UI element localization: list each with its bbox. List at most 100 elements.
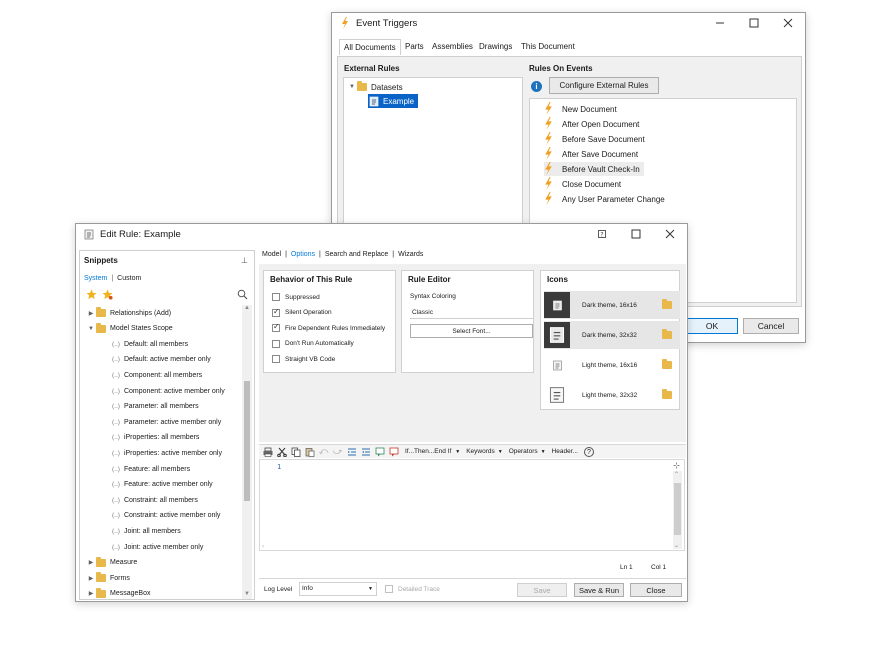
close-dialog-button[interactable]: Close bbox=[630, 583, 682, 597]
maximize-button[interactable] bbox=[619, 224, 653, 244]
maximize-button[interactable] bbox=[737, 13, 771, 33]
star-add-icon[interactable] bbox=[102, 289, 114, 301]
event-item[interactable]: Before Save Document bbox=[544, 132, 645, 146]
behavior-option[interactable]: Fire Dependent Rules Immediately bbox=[272, 322, 385, 334]
comment-icon[interactable] bbox=[374, 446, 385, 457]
syntax-coloring-select[interactable]: Classic bbox=[410, 306, 533, 319]
tree-item-datasets[interactable]: ▼ Datasets bbox=[347, 80, 403, 94]
expand-arrow-icon[interactable]: ▶ bbox=[86, 575, 96, 582]
checkbox[interactable] bbox=[272, 339, 280, 348]
tab-custom[interactable]: Custom bbox=[117, 275, 141, 282]
snippet-folder[interactable]: ▶ Relationships (Add) bbox=[86, 306, 171, 320]
checkbox[interactable] bbox=[272, 355, 280, 363]
snippet-item[interactable]: (..) Default: all members bbox=[112, 337, 188, 351]
browse-folder-icon[interactable] bbox=[662, 389, 672, 399]
configure-external-rules-button[interactable]: Configure External Rules bbox=[549, 77, 659, 94]
snippet-folder[interactable]: ▼ Model States Scope bbox=[86, 322, 173, 336]
log-level-select[interactable]: Info ▼ bbox=[299, 582, 377, 596]
snippet-folder[interactable]: ▶ Measure bbox=[86, 556, 137, 570]
undo-icon[interactable]: ⤺ bbox=[318, 446, 329, 457]
cut-icon[interactable] bbox=[276, 446, 287, 457]
event-item[interactable]: Close Document bbox=[544, 177, 621, 191]
snippet-item[interactable]: (..) iProperties: all members bbox=[112, 431, 199, 445]
snippet-folder[interactable]: ▶ MessageBox bbox=[86, 587, 150, 599]
detailed-trace-checkbox[interactable]: Detailed Trace bbox=[385, 585, 440, 593]
tab-parts[interactable]: Parts bbox=[401, 39, 428, 55]
scrollbar-thumb[interactable] bbox=[244, 381, 250, 501]
browse-folder-icon[interactable] bbox=[662, 359, 672, 369]
behavior-option[interactable]: Don't Run Automatically bbox=[272, 338, 354, 350]
minimize-button[interactable] bbox=[703, 13, 737, 33]
tab-this-document[interactable]: This Document bbox=[517, 39, 579, 55]
scroll-up-icon[interactable]: ▲ bbox=[244, 305, 250, 311]
collapse-arrow-icon[interactable]: ▼ bbox=[86, 326, 96, 332]
indent-icon[interactable] bbox=[346, 446, 357, 457]
tab-all-documents[interactable]: All Documents bbox=[339, 39, 401, 55]
scroll-down-icon[interactable]: ⌄ bbox=[674, 542, 679, 549]
checkbox[interactable] bbox=[272, 322, 280, 332]
event-item[interactable]: After Save Document bbox=[544, 147, 638, 161]
snippet-item[interactable]: (..) Component: all members bbox=[112, 368, 202, 382]
snippet-item[interactable]: (..) Component: active member only bbox=[112, 384, 225, 398]
expand-arrow-icon[interactable]: ▶ bbox=[86, 310, 96, 317]
save-button[interactable]: Save bbox=[517, 583, 567, 597]
checkbox[interactable] bbox=[385, 585, 393, 593]
snippet-item[interactable]: (..) Joint: active member only bbox=[112, 540, 203, 554]
scrollbar-thumb[interactable] bbox=[674, 483, 681, 535]
close-button[interactable] bbox=[771, 13, 805, 33]
snippet-item[interactable]: (..) Feature: active member only bbox=[112, 478, 213, 492]
scroll-up-icon[interactable]: ⌃ bbox=[674, 471, 679, 478]
expand-arrow-icon[interactable]: ▼ bbox=[347, 84, 357, 90]
redo-icon[interactable]: ⤻ bbox=[332, 446, 343, 457]
snippet-item[interactable]: (..) Constraint: all members bbox=[112, 493, 198, 507]
if-then-menu[interactable]: If...Then...End If bbox=[405, 448, 451, 455]
event-item[interactable]: Before Vault Check-In bbox=[544, 162, 644, 176]
code-editor[interactable]: 1 ⊹ ⌃ ⌄ ‹ bbox=[259, 459, 685, 551]
checkbox[interactable] bbox=[272, 293, 280, 301]
snippet-item[interactable]: (..) Constraint: active member only bbox=[112, 509, 220, 523]
menu-model[interactable]: Model bbox=[262, 251, 281, 258]
copy-icon[interactable] bbox=[290, 446, 301, 457]
split-icon[interactable]: ⊹ bbox=[673, 461, 680, 470]
checkbox[interactable] bbox=[272, 307, 280, 317]
menu-options[interactable]: Options bbox=[291, 251, 315, 258]
save-run-button[interactable]: Save & Run bbox=[574, 583, 624, 597]
tree-item-example[interactable]: Example bbox=[368, 94, 419, 108]
snippet-item[interactable]: (..) iProperties: active member only bbox=[112, 446, 222, 460]
snippet-item[interactable]: (..) Joint: all members bbox=[112, 524, 181, 538]
event-item[interactable]: New Document bbox=[544, 102, 617, 116]
outdent-icon[interactable] bbox=[360, 446, 371, 457]
snippet-item[interactable]: (..) Parameter: all members bbox=[112, 400, 199, 414]
cancel-button[interactable]: Cancel bbox=[743, 318, 799, 334]
help-button[interactable]: ? bbox=[585, 224, 619, 244]
ok-button[interactable]: OK bbox=[686, 318, 738, 334]
browse-folder-icon[interactable] bbox=[662, 329, 672, 339]
scroll-down-icon[interactable]: ▼ bbox=[244, 591, 250, 597]
paste-icon[interactable] bbox=[304, 446, 315, 457]
event-item[interactable]: After Open Document bbox=[544, 117, 639, 131]
snippet-item[interactable]: (..) Default: active member only bbox=[112, 353, 211, 367]
close-button[interactable] bbox=[653, 224, 687, 244]
tab-assemblies[interactable]: Assemblies bbox=[428, 39, 477, 55]
event-item[interactable]: Any User Parameter Change bbox=[544, 192, 665, 206]
help-icon[interactable]: ? bbox=[583, 446, 594, 457]
browse-folder-icon[interactable] bbox=[662, 299, 672, 309]
search-icon[interactable] bbox=[237, 289, 248, 302]
star-icon[interactable] bbox=[86, 289, 98, 301]
menu-wizards[interactable]: Wizards bbox=[398, 251, 423, 258]
expand-arrow-icon[interactable]: ▶ bbox=[86, 559, 96, 566]
header-menu[interactable]: Header... bbox=[552, 448, 578, 455]
tab-system[interactable]: System bbox=[84, 275, 107, 282]
operators-menu[interactable]: Operators bbox=[509, 448, 538, 455]
behavior-option[interactable]: Silent Operation bbox=[272, 307, 332, 319]
print-icon[interactable] bbox=[262, 446, 273, 457]
scroll-left-icon[interactable]: ‹ bbox=[262, 544, 264, 550]
editor-vscrollbar[interactable]: ⌃ ⌄ bbox=[673, 471, 682, 549]
snippet-folder[interactable]: ▶ Forms bbox=[86, 571, 130, 585]
select-font-button[interactable]: Select Font... bbox=[410, 324, 533, 338]
behavior-option[interactable]: Straight VB Code bbox=[272, 353, 335, 365]
uncomment-icon[interactable] bbox=[388, 446, 399, 457]
behavior-option[interactable]: Suppressed bbox=[272, 291, 320, 303]
keywords-menu[interactable]: Keywords bbox=[466, 448, 495, 455]
snippets-scrollbar[interactable]: ▲ ▼ bbox=[242, 305, 252, 599]
